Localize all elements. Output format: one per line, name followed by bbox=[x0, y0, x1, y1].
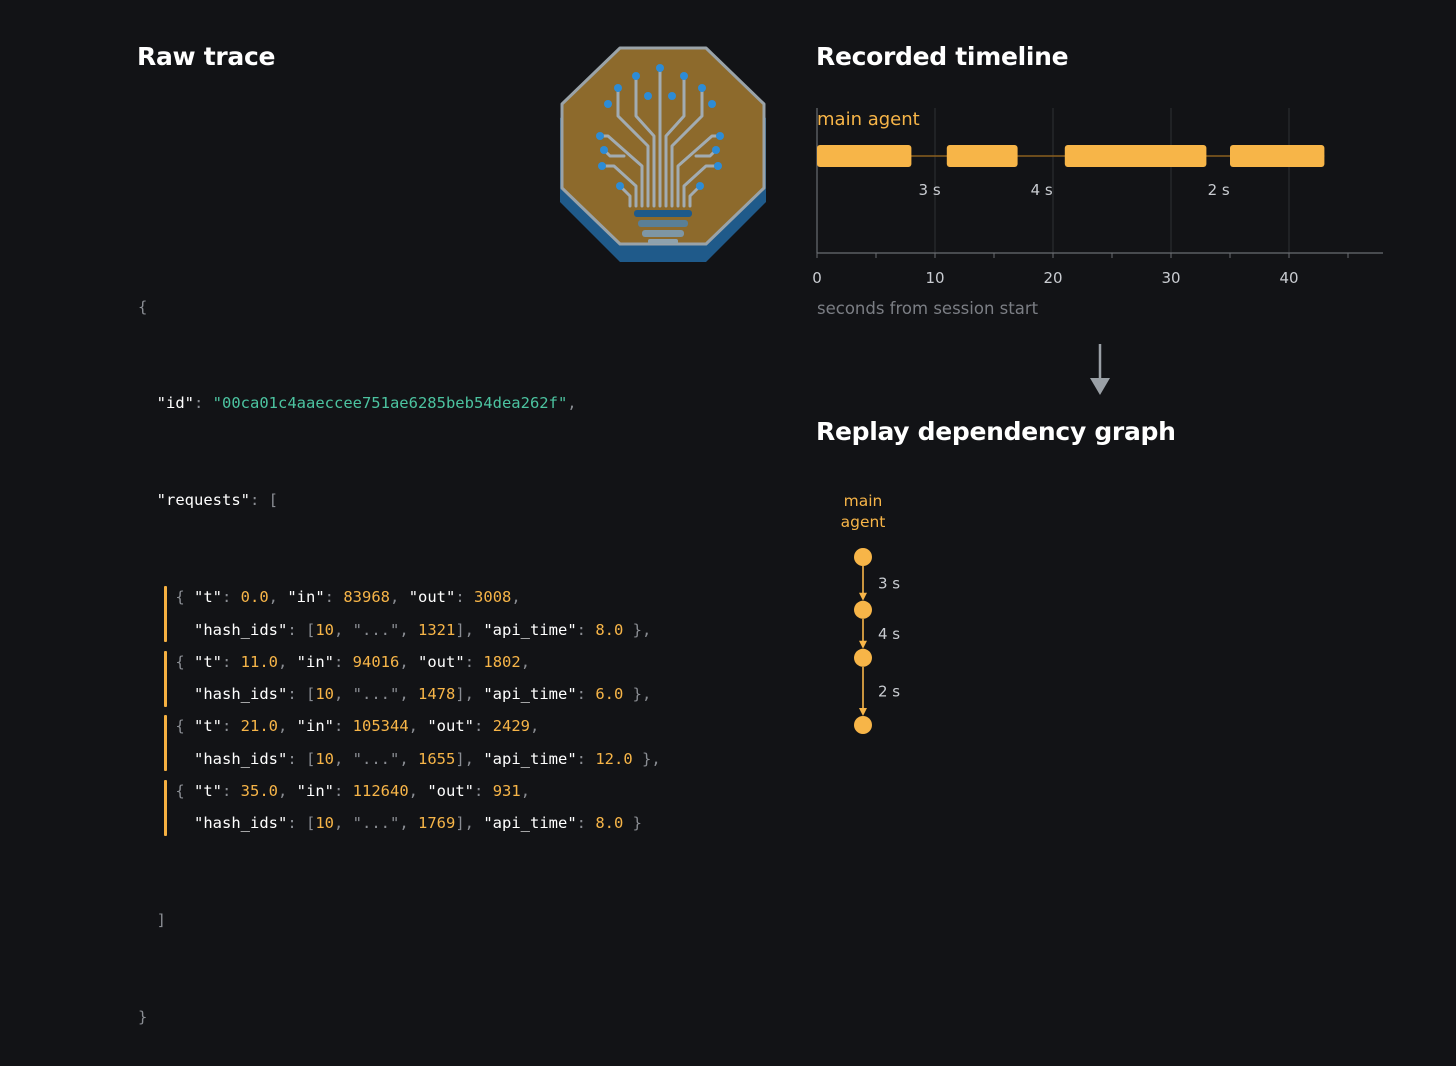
dependency-graph: main agent 3 s 4 s 2 s bbox=[841, 492, 900, 734]
request-close: } bbox=[623, 814, 643, 833]
graph-arrowhead bbox=[859, 708, 867, 716]
x-tick-label: 30 bbox=[1161, 269, 1180, 287]
graph-arrowhead bbox=[859, 640, 867, 649]
request-line: "hash_ids": [10, "...", 1769], "api_time… bbox=[194, 814, 643, 833]
hash-first: 10 bbox=[315, 749, 334, 768]
x-tick-label: 0 bbox=[812, 269, 822, 287]
request-line: { "t": 11.0, "in": 94016, "out": 1802, bbox=[138, 646, 661, 707]
timeline-title: Recorded timeline bbox=[816, 42, 1069, 71]
request-close: }, bbox=[623, 620, 652, 639]
gap-label: 3 s bbox=[919, 181, 941, 199]
requests-key: "requests" bbox=[156, 491, 250, 510]
request-line: { "t": 21.0, "in": 105344, "out": 2429, bbox=[138, 710, 661, 772]
lane-label: main agent bbox=[817, 109, 920, 130]
node-label: agent bbox=[841, 513, 886, 531]
request-t: 11.0 bbox=[240, 652, 278, 671]
graph-node bbox=[854, 600, 872, 619]
request-out: 1802 bbox=[483, 652, 521, 671]
timeline-bar bbox=[946, 145, 1018, 167]
request-line: { "t": 35.0, "in": 112640, "out": 931, bbox=[138, 775, 661, 837]
trace-id: "00ca01c4aaeccee751ae6285beb54dea262f" bbox=[212, 394, 568, 413]
request-t: 35.0 bbox=[240, 782, 278, 801]
edge-label: 2 s bbox=[878, 682, 900, 700]
node-label: main bbox=[844, 492, 883, 510]
circuit-tree-lightbulb-icon bbox=[560, 46, 766, 262]
hash-ellipsis: "..." bbox=[352, 749, 400, 768]
request-close: }, bbox=[623, 685, 652, 704]
request-api-time: 8.0 bbox=[595, 620, 624, 639]
graph-arrowhead bbox=[859, 592, 867, 601]
x-tick-label: 10 bbox=[925, 269, 944, 287]
timeline-bar bbox=[817, 145, 912, 167]
request-t: 0.0 bbox=[240, 588, 269, 607]
request-out: 931 bbox=[492, 782, 521, 801]
request-in: 83968 bbox=[343, 588, 391, 607]
x-axis-label: seconds from session start bbox=[817, 299, 1039, 318]
hash-first: 10 bbox=[315, 814, 334, 833]
hash-ellipsis: "..." bbox=[352, 814, 400, 833]
graph-node bbox=[854, 648, 872, 667]
hash-last: 1478 bbox=[418, 685, 456, 704]
graph-title: Replay dependency graph bbox=[816, 417, 1176, 446]
gap-label: 2 s bbox=[1208, 181, 1230, 199]
hash-last: 1769 bbox=[418, 814, 456, 833]
request-api-time: 12.0 bbox=[595, 749, 633, 768]
graph-node bbox=[854, 548, 872, 566]
id-key: "id" bbox=[156, 394, 194, 413]
request-close: }, bbox=[632, 749, 661, 768]
request-out: 2429 bbox=[492, 717, 531, 736]
request-line: "hash_ids": [10, "...", 1321], "api_time… bbox=[194, 620, 652, 639]
request-t: 21.0 bbox=[240, 717, 278, 736]
down-arrow-icon bbox=[1090, 344, 1110, 395]
timeline-bar bbox=[1064, 145, 1207, 167]
gap-label: 4 s bbox=[1031, 181, 1053, 199]
timeline-bar bbox=[1230, 145, 1325, 167]
timeline-chart: 0 10 20 30 40 seconds from session start main … bbox=[812, 108, 1383, 318]
x-tick-label: 40 bbox=[1279, 269, 1298, 287]
request-line: { "t": 0.0, "in": 83968, "out": 3008, bbox=[138, 581, 661, 643]
hash-first: 10 bbox=[315, 620, 334, 639]
request-in: 94016 bbox=[352, 652, 400, 671]
hash-last: 1321 bbox=[418, 620, 456, 639]
request-line: "hash_ids": [10, "...", 1478], "api_time… bbox=[194, 685, 652, 704]
request-api-time: 6.0 bbox=[595, 685, 624, 704]
hash-last: 1655 bbox=[418, 749, 456, 768]
request-in: 105344 bbox=[352, 717, 409, 736]
request-api-time: 8.0 bbox=[595, 814, 624, 833]
graph-node bbox=[854, 716, 872, 734]
request-out: 3008 bbox=[474, 588, 512, 607]
x-tick-label: 20 bbox=[1043, 269, 1062, 287]
hash-first: 10 bbox=[315, 685, 334, 704]
edge-label: 3 s bbox=[878, 574, 900, 592]
raw-trace-title: Raw trace bbox=[137, 42, 276, 71]
hash-ellipsis: "..." bbox=[352, 620, 400, 639]
request-line: "hash_ids": [10, "...", 1655], "api_time… bbox=[194, 749, 661, 768]
request-in: 112640 bbox=[352, 782, 409, 801]
edge-label: 4 s bbox=[878, 625, 900, 643]
hash-ellipsis: "..." bbox=[352, 685, 400, 704]
raw-trace-code: { "id": "00ca01c4aaeccee751ae6285beb54de… bbox=[138, 297, 661, 1027]
